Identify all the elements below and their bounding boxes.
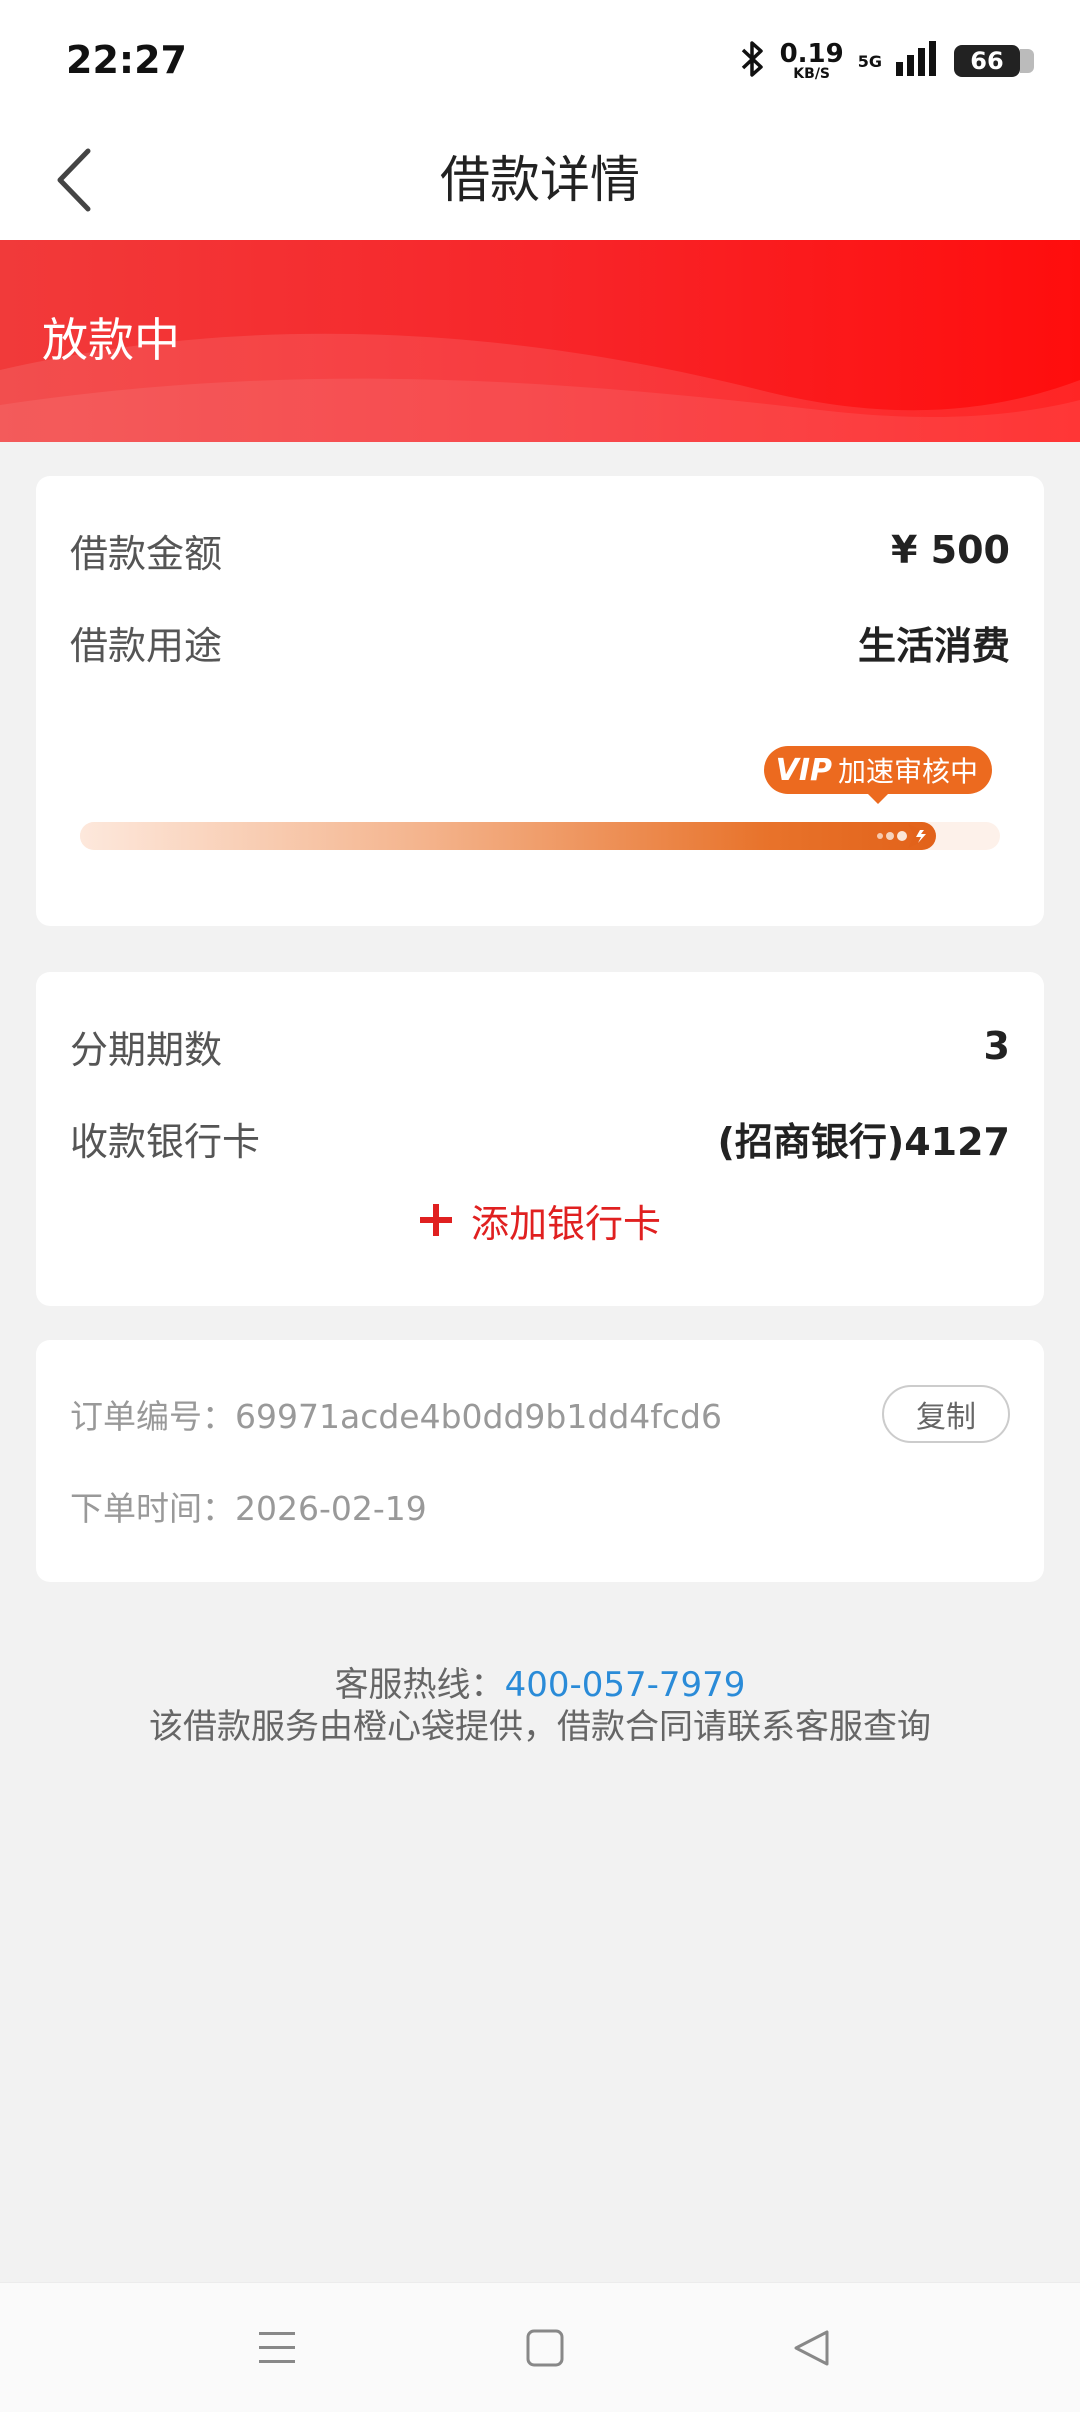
page-title: 借款详情 xyxy=(440,151,640,209)
loan-info-card: 借款金额 ¥ 500 借款用途 生活消费 VIP 加速审核中 xyxy=(36,476,1044,926)
network-type: 5G xyxy=(857,51,882,71)
battery-icon: 66 xyxy=(954,45,1034,77)
system-navigation-bar xyxy=(0,2282,1080,2412)
status-banner: 放款中 xyxy=(0,240,1080,442)
net-speed: 0.19 KB/S xyxy=(780,41,844,81)
purpose-value: 生活消费 xyxy=(857,623,1010,668)
square-icon xyxy=(526,2329,564,2367)
order-number-row: 订单编号：69971acde4b0dd9b1dd4fcd6 复制 xyxy=(70,1384,1010,1444)
progress-label: 加速审核中 xyxy=(837,755,978,788)
plus-icon xyxy=(419,1204,452,1236)
recent-apps-button[interactable] xyxy=(242,2313,312,2383)
menu-icon xyxy=(259,2332,295,2363)
service-info: 客服热线：400-057-7979 该借款服务由橙心袋提供，借款合同请联系客服查… xyxy=(0,1664,1080,1748)
service-notice: 该借款服务由橙心袋提供，借款合同请联系客服查询 xyxy=(149,1707,931,1747)
bank-card-value: (招商银行)4127 xyxy=(717,1119,1011,1164)
net-speed-unit: KB/S xyxy=(793,66,831,82)
installments-row: 分期期数 3 xyxy=(70,1016,1010,1076)
purpose-row: 借款用途 生活消费 xyxy=(70,612,1010,672)
progress-track xyxy=(80,822,1000,850)
signal-icon xyxy=(896,40,940,82)
add-bank-card-label: 添加银行卡 xyxy=(470,1201,661,1246)
add-bank-card-button[interactable]: 添加银行卡 xyxy=(36,1190,1044,1250)
bank-card-label: 收款银行卡 xyxy=(70,1119,261,1164)
status-time: 22:27 xyxy=(66,38,187,82)
amount-label: 借款金额 xyxy=(70,531,223,576)
hotline-line: 客服热线：400-057-7979 xyxy=(0,1664,1080,1706)
review-progress: VIP 加速审核中 xyxy=(80,746,1000,866)
copy-button[interactable]: 复制 xyxy=(882,1385,1010,1443)
status-bar: 22:27 0.19 KB/S 5G 66 xyxy=(0,0,1080,120)
loan-status: 放款中 xyxy=(42,313,180,367)
vip-review-badge: VIP 加速审核中 xyxy=(763,746,992,804)
triangle-back-icon xyxy=(794,2330,829,2366)
rocket-icon xyxy=(877,824,934,848)
repayment-card: 分期期数 3 收款银行卡 (招商银行)4127 添加银行卡 xyxy=(36,972,1044,1306)
hotline-number-link[interactable]: 400-057-7979 xyxy=(505,1665,746,1705)
order-card: 订单编号：69971acde4b0dd9b1dd4fcd6 复制 下单时间：20… xyxy=(36,1340,1044,1582)
hotline-label: 客服热线： xyxy=(334,1665,505,1705)
purpose-label: 借款用途 xyxy=(70,623,223,668)
order-time-row: 下单时间：2026-02-19 xyxy=(70,1476,1010,1536)
order-number: 订单编号：69971acde4b0dd9b1dd4fcd6 xyxy=(70,1397,722,1436)
amount-row: 借款金额 ¥ 500 xyxy=(70,520,1010,580)
amount-value: ¥ 500 xyxy=(891,528,1010,572)
installments-value: 3 xyxy=(983,1024,1010,1068)
header: 借款详情 xyxy=(0,120,1080,240)
status-icons: 0.19 KB/S 5G 66 xyxy=(740,36,1034,86)
bluetooth-icon xyxy=(740,40,766,82)
battery-level: 66 xyxy=(970,47,1004,75)
loan-detail-screen: 22:27 0.19 KB/S 5G 66 借款详情 放款中 借款金额 ¥ 50… xyxy=(0,0,1080,2412)
order-time: 下单时间：2026-02-19 xyxy=(70,1489,427,1528)
vip-tag: VIP xyxy=(775,752,832,788)
back-nav-button[interactable] xyxy=(776,2313,846,2383)
net-speed-value: 0.19 xyxy=(779,39,844,69)
progress-fill xyxy=(80,822,936,850)
installments-label: 分期期数 xyxy=(70,1027,223,1072)
bank-card-row[interactable]: 收款银行卡 (招商银行)4127 xyxy=(70,1108,1010,1168)
home-button[interactable] xyxy=(510,2313,580,2383)
